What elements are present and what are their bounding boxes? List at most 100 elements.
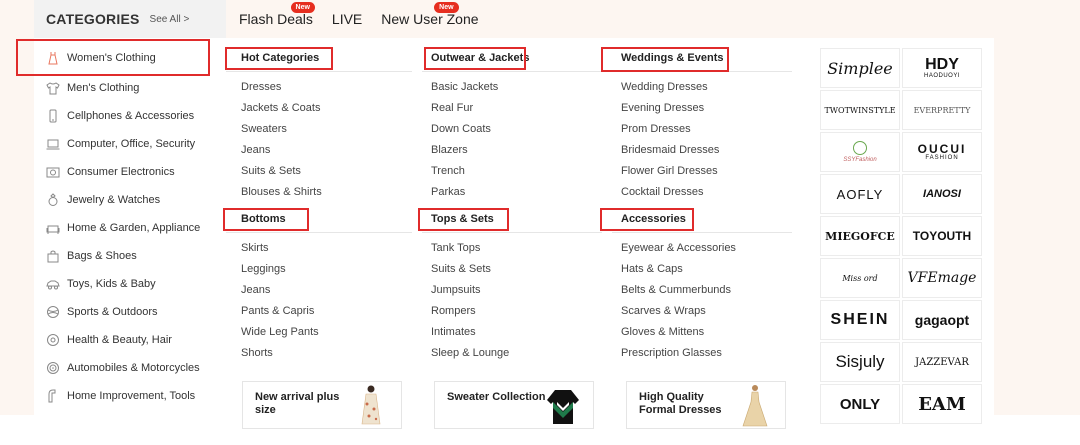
brand-name: OUCUI [917,142,967,156]
brand-logo-aofly[interactable]: AOFLY [820,174,900,214]
divider [226,71,412,72]
menu-link[interactable]: Sleep & Lounge [431,347,509,359]
brand-logo-toyouth[interactable]: TOYOUTH [902,216,982,256]
top-nav: Flash Deals New LIVE New User Zone New [239,0,498,38]
brand-logo-ssy-fashion[interactable]: SSYFashion [820,132,900,172]
beauty-icon [46,333,60,347]
nav-flash-deals[interactable]: Flash Deals New [239,0,315,38]
menu-link[interactable]: Down Coats [431,123,491,135]
highlight-box [16,39,210,76]
sidebar-item-home-garden[interactable]: Home & Garden, Appliance [34,214,226,242]
promo-text: Sweater Collection [447,391,545,404]
menu-link[interactable]: Gloves & Mittens [621,326,704,338]
brand-name: HDY [925,56,959,73]
brand-logo-oucui[interactable]: OUCUI FASHION [902,132,982,172]
menu-link[interactable]: Jeans [241,144,270,156]
brand-logo-shein[interactable]: SHEIN [820,300,900,340]
menu-link[interactable]: Prom Dresses [621,123,691,135]
menu-link[interactable]: Evening Dresses [621,102,704,114]
sofa-icon [46,221,60,235]
sweater-image [547,390,579,424]
menu-link[interactable]: Blazers [431,144,468,156]
menu-link[interactable]: Wedding Dresses [621,81,708,93]
highlight-box [418,208,509,231]
brand-logo-jazzevar[interactable]: JAZZEVAR [902,342,982,382]
nav-live[interactable]: LIVE [332,0,362,38]
model-dress-image [361,385,381,425]
menu-link[interactable]: Wide Leg Pants [241,326,319,338]
sidebar-item-mens-clothing[interactable]: Men's Clothing [34,74,226,102]
menu-link[interactable]: Jumpsuits [431,284,481,296]
menu-link[interactable]: Basic Jackets [431,81,498,93]
sidebar-item-label: Consumer Electronics [67,166,175,178]
laptop-icon [46,137,60,151]
sidebar-item-bags-shoes[interactable]: Bags & Shoes [34,242,226,270]
menu-link[interactable]: Hats & Caps [621,263,683,275]
menu-link[interactable]: Sweaters [241,123,287,135]
menu-link[interactable]: Eyewear & Accessories [621,242,736,254]
sidebar-item-health-beauty[interactable]: Health & Beauty, Hair [34,326,226,354]
brand-logo-vfemage[interactable]: VFEmage [902,258,982,298]
menu-link[interactable]: Jeans [241,284,270,296]
sidebar-item-home-improvement[interactable]: Home Improvement, Tools [34,382,226,410]
sidebar-item-label: Home & Garden, Appliance [67,222,201,234]
sidebar-item-label: Bags & Shoes [67,250,137,262]
brand-logo-twotwinstyle[interactable]: TWOTWINSTYLE [820,90,900,130]
menu-link[interactable]: Blouses & Shirts [241,186,322,198]
nav-flash-deals-label: Flash Deals [239,11,313,27]
new-badge: New [434,2,459,13]
brand-logo-gagaopt[interactable]: gagaopt [902,300,982,340]
sidebar-item-label: Toys, Kids & Baby [67,278,156,290]
brand-logo-only[interactable]: ONLY [820,384,900,424]
menu-link[interactable]: Trench [431,165,465,177]
menu-link[interactable]: Skirts [241,242,269,254]
menu-link[interactable]: Shorts [241,347,273,359]
menu-link[interactable]: Cocktail Dresses [621,186,704,198]
sidebar-item-automobiles[interactable]: Automobiles & Motorcycles [34,354,226,382]
promo-card-formal-dresses[interactable]: High Quality Formal Dresses [626,381,786,429]
sidebar-item-jewelry-watches[interactable]: Jewelry & Watches [34,186,226,214]
sidebar-item-label: Jewelry & Watches [67,194,161,206]
divider [422,71,602,72]
menu-link[interactable]: Scarves & Wraps [621,305,706,317]
menu-link[interactable]: Jackets & Coats [241,102,320,114]
menu-link[interactable]: Intimates [431,326,476,338]
brand-logo-hdy[interactable]: HDY HAODUOYI [902,48,982,88]
sidebar-item-toys-kids[interactable]: Toys, Kids & Baby [34,270,226,298]
menu-link[interactable]: Pants & Capris [241,305,314,317]
promo-card-plus-size[interactable]: New arrival plus size [242,381,402,429]
menu-link[interactable]: Belts & Cummerbunds [621,284,731,296]
brand-logo-miegofce[interactable]: MIEGOFCE [820,216,900,256]
menu-link[interactable]: Suits & Sets [241,165,301,177]
nav-new-user-zone[interactable]: New User Zone New [381,0,479,38]
brand-name: SSYFashion [843,157,877,163]
menu-link[interactable]: Real Fur [431,102,473,114]
see-all-link[interactable]: See All > [150,14,190,25]
highlight-box [600,208,694,231]
brand-logo-ianosi[interactable]: IANOSI [902,174,982,214]
sidebar-item-cellphones[interactable]: Cellphones & Accessories [34,102,226,130]
right-band [994,38,1080,415]
shirt-icon [46,81,60,95]
menu-link[interactable]: Tank Tops [431,242,480,254]
brand-logo-miss-ord[interactable]: Miss ord [820,258,900,298]
menu-link[interactable]: Dresses [241,81,281,93]
menu-link[interactable]: Prescription Glasses [621,347,722,359]
sidebar-item-label: Cellphones & Accessories [67,110,195,122]
brand-logo-everpretty[interactable]: EVERPRETTY [902,90,982,130]
menu-link[interactable]: Flower Girl Dresses [621,165,718,177]
menu-link[interactable]: Parkas [431,186,465,198]
sidebar-item-computer-office[interactable]: Computer, Office, Security [34,130,226,158]
menu-link[interactable]: Leggings [241,263,286,275]
menu-link[interactable]: Suits & Sets [431,263,491,275]
sidebar-item-sports-outdoors[interactable]: Sports & Outdoors [34,298,226,326]
divider [612,232,792,233]
menu-link[interactable]: Rompers [431,305,476,317]
brand-logo-simplee[interactable]: Simplee [820,48,900,88]
promo-card-sweater[interactable]: Sweater Collection [434,381,594,429]
brand-logo-sisjuly[interactable]: Sisjuly [820,342,900,382]
menu-link[interactable]: Bridesmaid Dresses [621,144,719,156]
sidebar-item-label: Automobiles & Motorcycles [67,362,200,374]
sidebar-item-consumer-electronics[interactable]: Consumer Electronics [34,158,226,186]
brand-logo-eam[interactable]: EAM [902,384,982,424]
